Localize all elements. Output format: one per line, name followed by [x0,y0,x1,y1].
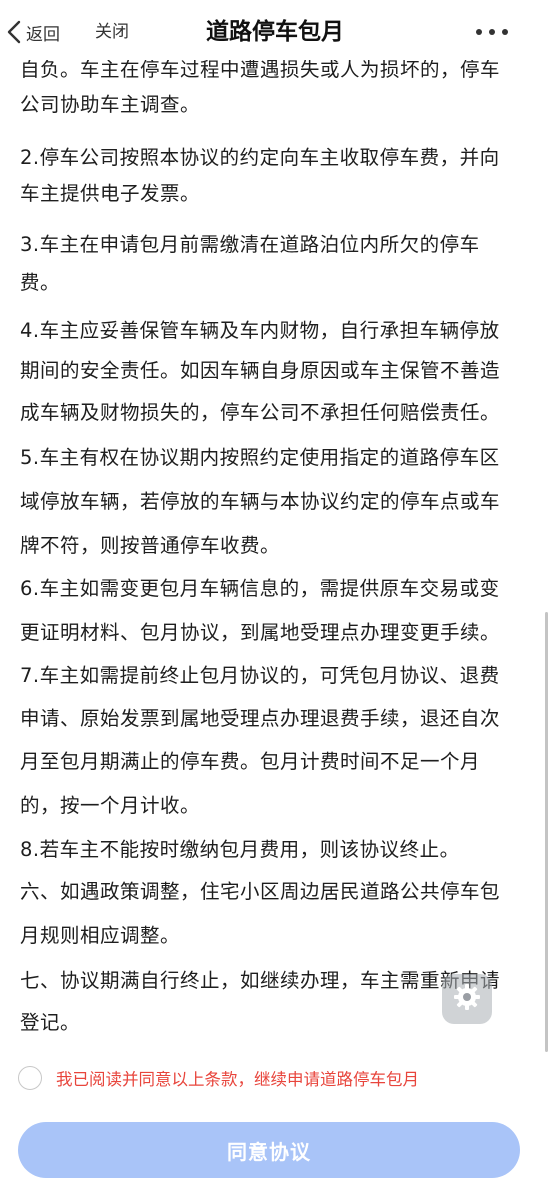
agreement-line: 3.车主在申请包月前需缴清在道路泊位内所欠的停车 [20,233,480,256]
agreement-line: 6.车主如需变更包月车辆信息的，需提供原车交易或变 [20,577,500,600]
agreement-line: 2.停车公司按照本协议的约定向车主收取停车费，并向 [20,146,500,169]
agreement-line: 月至包月期满止的停车费。包月计费时间不足一个月 [20,750,481,773]
agreement-line: 的，按一个月计收。 [20,794,201,817]
agreement-line: 公司协助车主调查。 [20,93,201,116]
agreement-line: 7.车主如需提前终止包月协议的，可凭包月协议、退费 [20,664,500,687]
agreement-line: 牌不符，则按普通停车收费。 [20,534,281,557]
agreement-line: 月规则相应调整。 [20,924,181,947]
floating-settings-button[interactable] [442,974,492,1024]
agreement-line: 六、如遇政策调整，住宅小区周边居民道路公共停车包 [20,880,501,903]
back-button[interactable]: 返回 [6,16,60,48]
agreement-line: 更证明材料、包月协议，到属地受理点办理变更手续。 [20,621,501,644]
page-title: 道路停车包月 [206,19,344,45]
agreement-line: 车主提供电子发票。 [20,182,201,205]
gear-icon [452,982,482,1016]
more-button[interactable] [472,20,512,44]
agree-button[interactable]: 同意协议 [18,1122,520,1178]
scrollbar[interactable] [545,612,548,1052]
agreement-line: 4.车主应妥善保管车辆及车内财物，自行承担车辆停放 [20,319,500,342]
back-label: 返回 [26,24,60,45]
agreement-line: 申请、原始发票到属地受理点办理退费手续，退还自次 [20,707,501,730]
agreement-checkbox[interactable] [18,1066,42,1090]
agreement-checkbox-label: 我已阅读并同意以上条款，继续申请道路停车包月 [56,1070,419,1089]
close-button[interactable]: 关闭 [95,16,129,48]
agreement-content[interactable]: 自负。车主在停车过程中遭遇损失或人为损坏的，停车 公司协助车主调查。 2.停车公… [0,52,550,1042]
more-dots-icon [472,20,512,44]
agreement-line: 8.若车主不能按时缴纳包月费用，则该协议终止。 [20,838,460,861]
agreement-line: 成车辆及财物损失的，停车公司不承担任何赔偿责任。 [20,401,501,424]
agreement-line: 费。 [20,271,61,294]
agreement-line: 5.车主有权在协议期内按照约定使用指定的道路停车区 [20,446,500,469]
agreement-line: 域停放车辆，若停放的车辆与本协议约定的停车点或车 [20,490,501,513]
agreement-checkbox-row[interactable]: 我已阅读并同意以上条款，继续申请道路停车包月 [18,1062,419,1094]
navigation-bar: 返回 关闭 道路停车包月 [0,0,550,60]
chevron-left-icon [6,19,22,45]
agreement-line: 期间的安全责任。如因车辆自身原因或车主保管不善造 [20,359,501,382]
